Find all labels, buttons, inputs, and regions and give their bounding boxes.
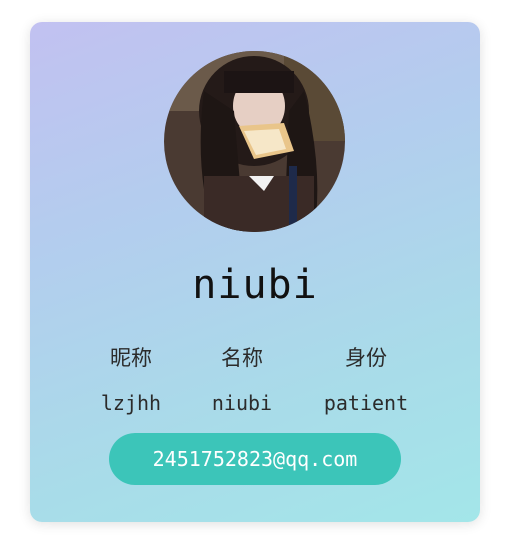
name-label: 名称: [221, 346, 263, 370]
name-value: niubi: [211, 391, 273, 415]
profile-card: niubi 昵称 名称 身份 lzjhh niubi patient 24517…: [30, 22, 480, 522]
avatar: [164, 51, 345, 232]
profile-username: niubi: [192, 262, 318, 308]
nickname-label: 昵称: [110, 346, 152, 370]
avatar-photo-icon: [164, 51, 345, 232]
nickname-value: lzjhh: [100, 391, 162, 415]
email-button[interactable]: 2451752823@qq.com: [109, 433, 401, 485]
role-value: patient: [323, 391, 409, 415]
role-label: 身份: [345, 346, 387, 370]
